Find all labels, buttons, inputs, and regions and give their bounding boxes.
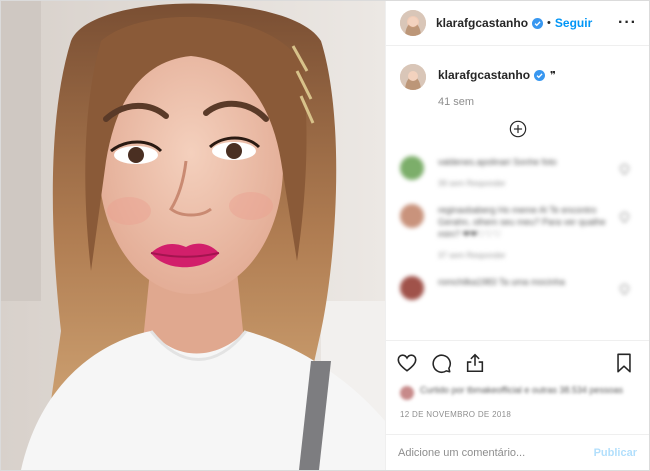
publish-button[interactable]: Publicar [594,447,637,459]
comment-like-icon[interactable] [618,162,631,175]
comment-text: reginaxbaberg Ho meme Al Te encontro Ger… [438,205,606,239]
more-options-icon[interactable]: ··· [618,14,637,32]
caption-timestamp[interactable]: 41 sem [438,96,556,108]
comment-text: valdenes.apolinari Sonhe foto [438,157,557,167]
caption-avatar[interactable] [400,64,426,90]
post-header: klarafgcastanho • Seguir ··· [386,1,649,46]
comment-icon[interactable] [430,352,452,374]
bookmark-icon[interactable] [613,352,635,374]
likes-summary[interactable]: Curtido por tbmakeofficial e outras 38.5… [386,384,649,400]
comment-input[interactable] [398,446,594,459]
post-caption: klarafgcastanho ❞ 41 sem [386,46,649,108]
comment-item: valdenes.apolinari Sonhe foto 39 sem Res… [386,156,649,190]
plus-circle-icon[interactable] [509,120,527,138]
commenter-avatar[interactable] [400,204,424,228]
follow-button[interactable]: Seguir [555,16,592,30]
comments-list[interactable]: klarafgcastanho ❞ 41 sem valdenes.apolin… [386,46,649,340]
selfie-image [1,1,385,470]
comment-text: romchilka1983 Ta uma mocinha [438,277,565,287]
comment-meta: 39 sem Responder [438,179,506,188]
likes-text: Curtido por tbmakeofficial e outras 38.5… [420,385,623,395]
comment-meta: 37 sem Responder [438,251,506,260]
heart-icon[interactable] [396,352,418,374]
verified-badge-icon [534,69,546,81]
comment-like-icon[interactable] [618,210,631,223]
separator-dot: • [547,17,551,29]
comment-item: romchilka1983 Ta uma mocinha [386,276,649,300]
comment-like-icon[interactable] [618,282,631,295]
post-date: 12 DE NOVEMBRO DE 2018 [400,410,512,419]
liker-avatar [400,386,414,400]
commenter-avatar[interactable] [400,156,424,180]
post-side-panel: klarafgcastanho • Seguir ··· klarafgcast… [385,1,649,470]
caption-username[interactable]: klarafgcastanho [438,68,530,82]
author-avatar[interactable] [400,10,426,36]
share-icon[interactable] [464,352,486,374]
add-comment-bar: Publicar [386,434,649,470]
verified-badge-icon [532,17,544,29]
author-username[interactable]: klarafgcastanho [436,16,528,30]
post-actions-bar [386,340,649,384]
instagram-post: klarafgcastanho • Seguir ··· klarafgcast… [0,0,650,471]
commenter-avatar[interactable] [400,276,424,300]
post-photo[interactable] [1,1,385,470]
caption-text: ❞ [550,69,556,82]
comment-item: reginaxbaberg Ho meme Al Te encontro Ger… [386,204,649,262]
